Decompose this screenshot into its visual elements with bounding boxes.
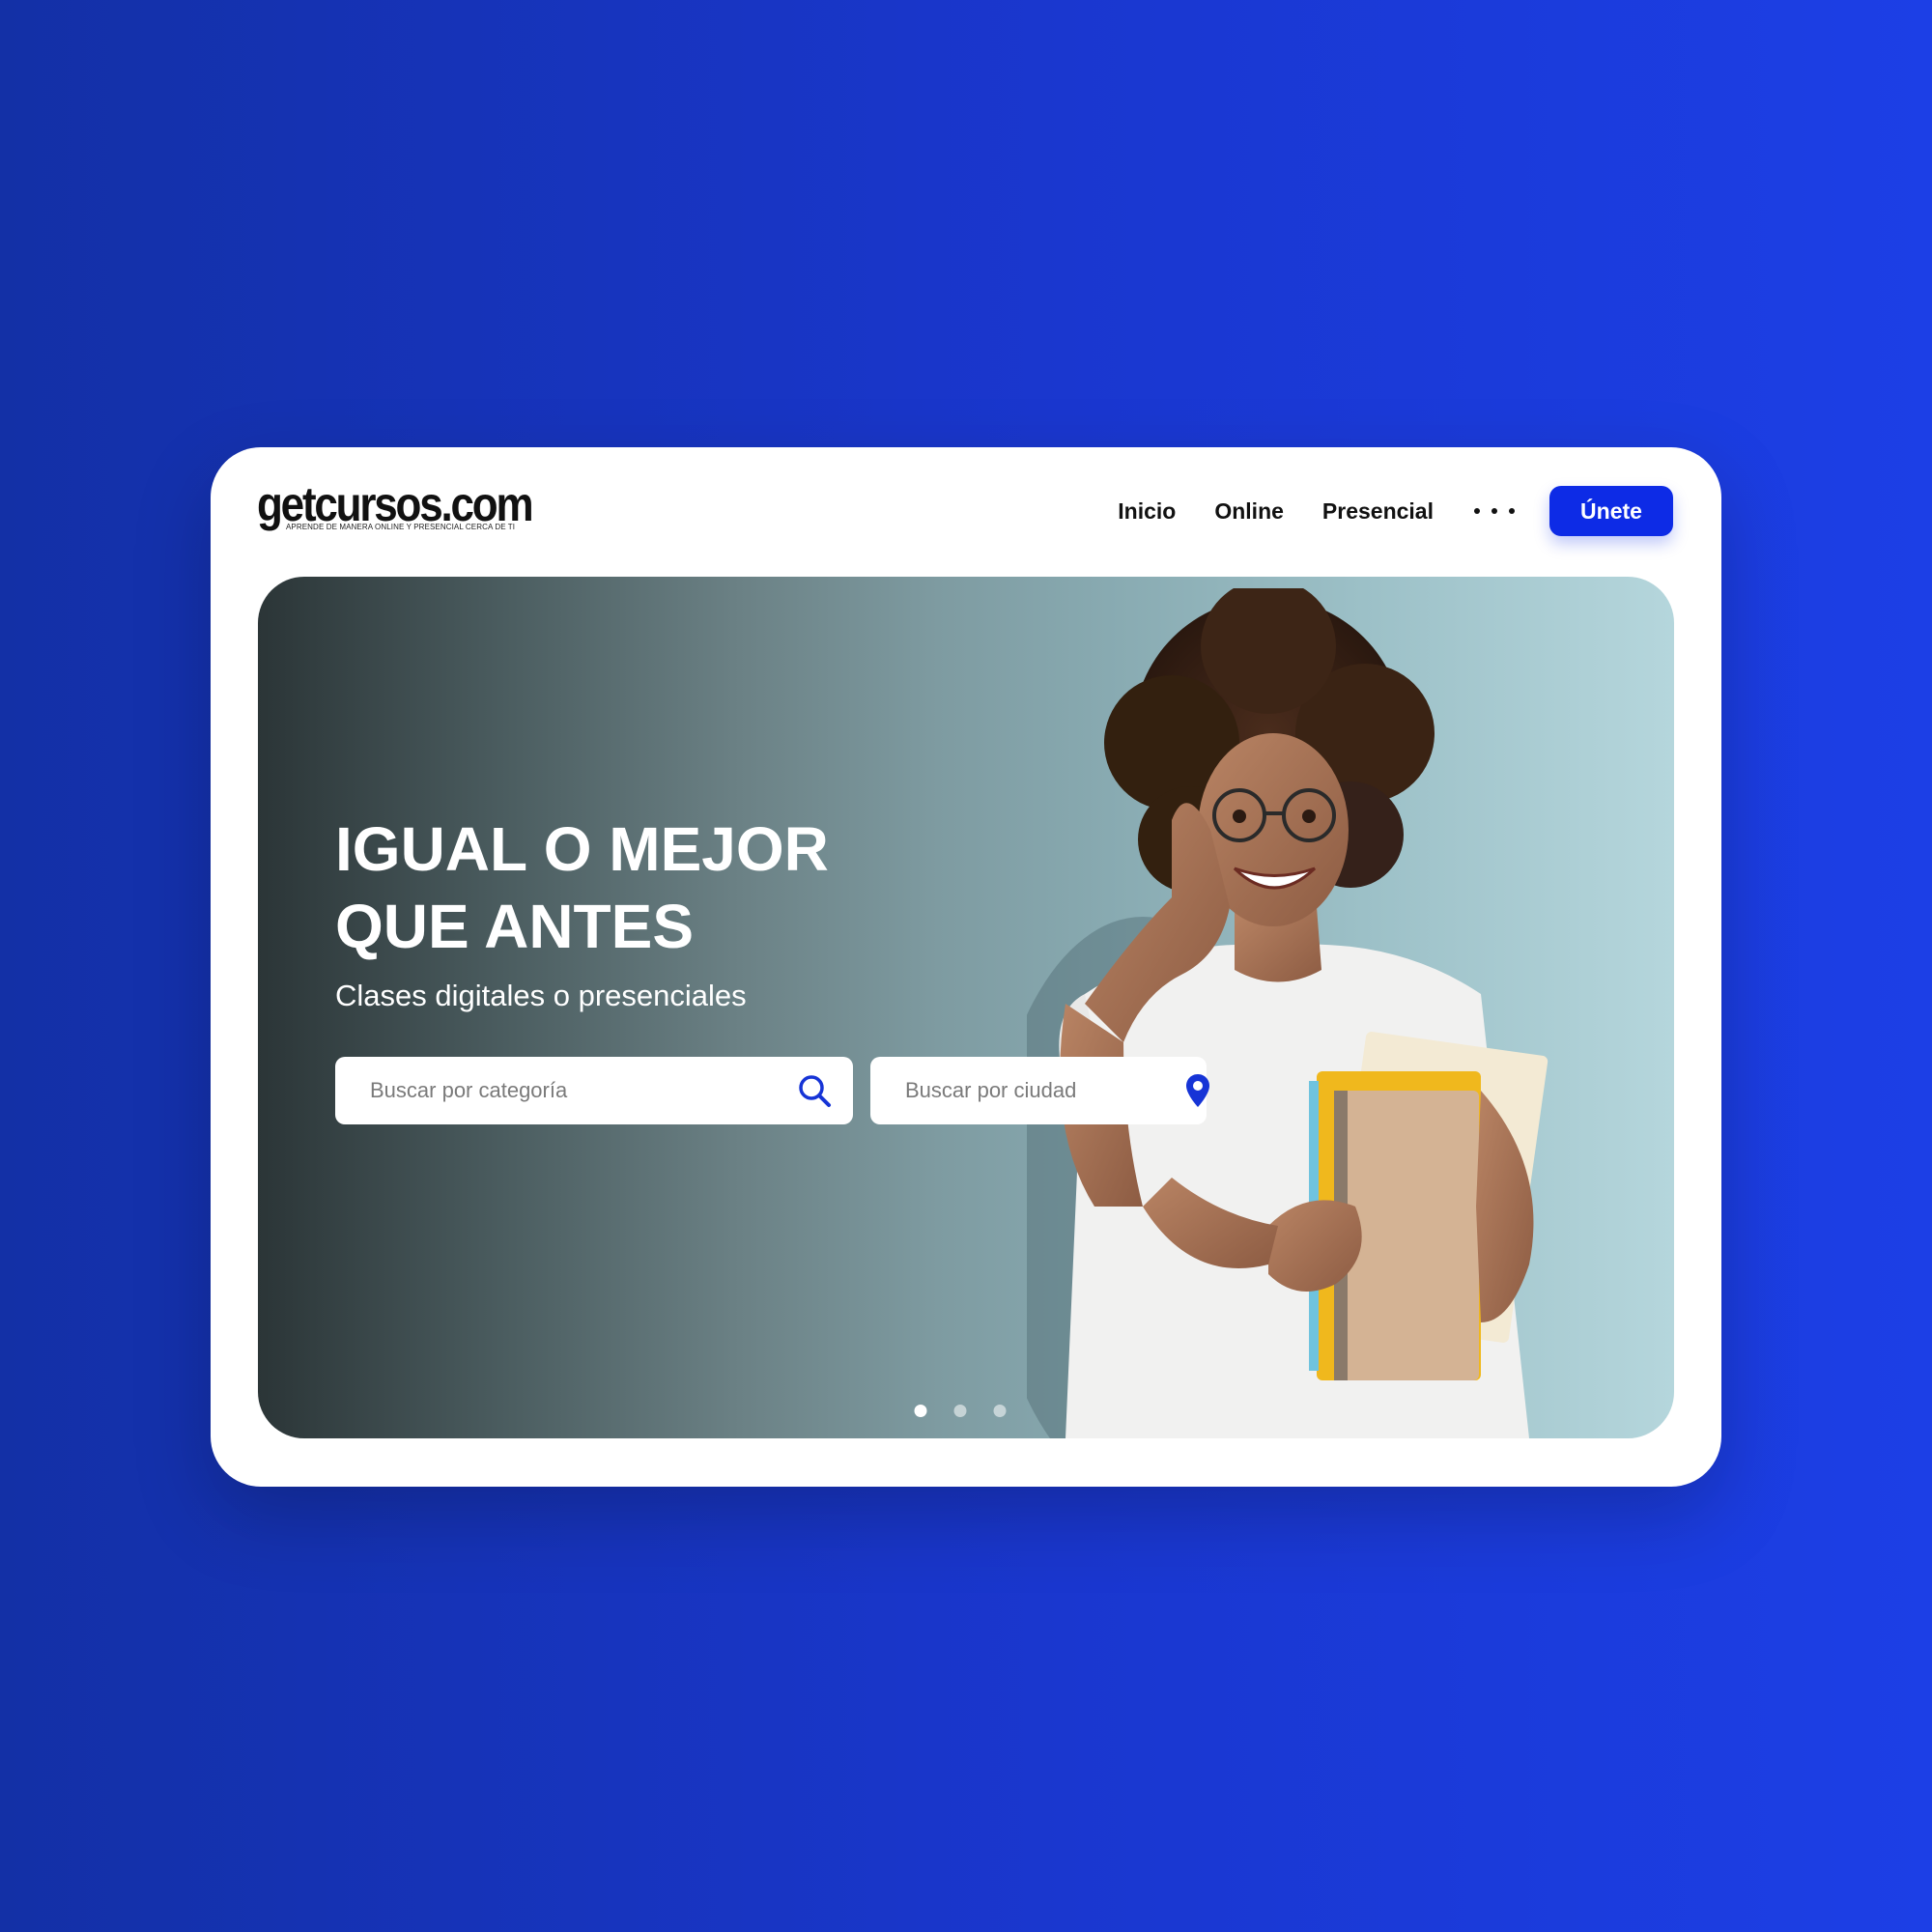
site-logo[interactable]: getcursos.com APRENDE DE MANERA ONLINE Y… [257, 480, 576, 531]
hero-title: IGUAL O MEJOR QUE ANTES [335, 814, 829, 961]
main-nav: Inicio Online Presencial Únete [1118, 486, 1673, 536]
search-icon[interactable] [797, 1073, 832, 1108]
nav-item-online[interactable]: Online [1214, 498, 1284, 525]
student-photo [1027, 588, 1548, 1438]
category-search-input[interactable] [368, 1077, 797, 1104]
dot-shape [1509, 508, 1515, 514]
search-bar [335, 1057, 1210, 1124]
nav-item-inicio[interactable]: Inicio [1118, 498, 1176, 525]
carousel-dot-2[interactable] [953, 1405, 967, 1417]
more-dots-icon[interactable] [1474, 486, 1515, 536]
carousel-dot-3[interactable] [993, 1405, 1007, 1417]
join-button[interactable]: Únete [1549, 486, 1673, 536]
dot-shape [1474, 508, 1480, 514]
nav-item-presencial[interactable]: Presencial [1322, 498, 1434, 525]
dot-shape [1492, 508, 1497, 514]
hero-subtitle: Clases digitales o presenciales [335, 979, 747, 1012]
location-pin-icon[interactable] [1185, 1073, 1210, 1108]
logo-text: getcursos.com [257, 477, 534, 531]
browser-card: getcursos.com APRENDE DE MANERA ONLINE Y… [211, 447, 1721, 1487]
carousel-dots [914, 1405, 1007, 1417]
hero-banner: IGUAL O MEJOR QUE ANTES Clases digitales… [258, 577, 1674, 1438]
category-search-box [335, 1057, 853, 1124]
carousel-dot-1[interactable] [914, 1405, 927, 1417]
hero-text-block: IGUAL O MEJOR QUE ANTES Clases digitales… [335, 810, 876, 1013]
city-search-input[interactable] [903, 1077, 1185, 1104]
city-search-box [870, 1057, 1210, 1124]
